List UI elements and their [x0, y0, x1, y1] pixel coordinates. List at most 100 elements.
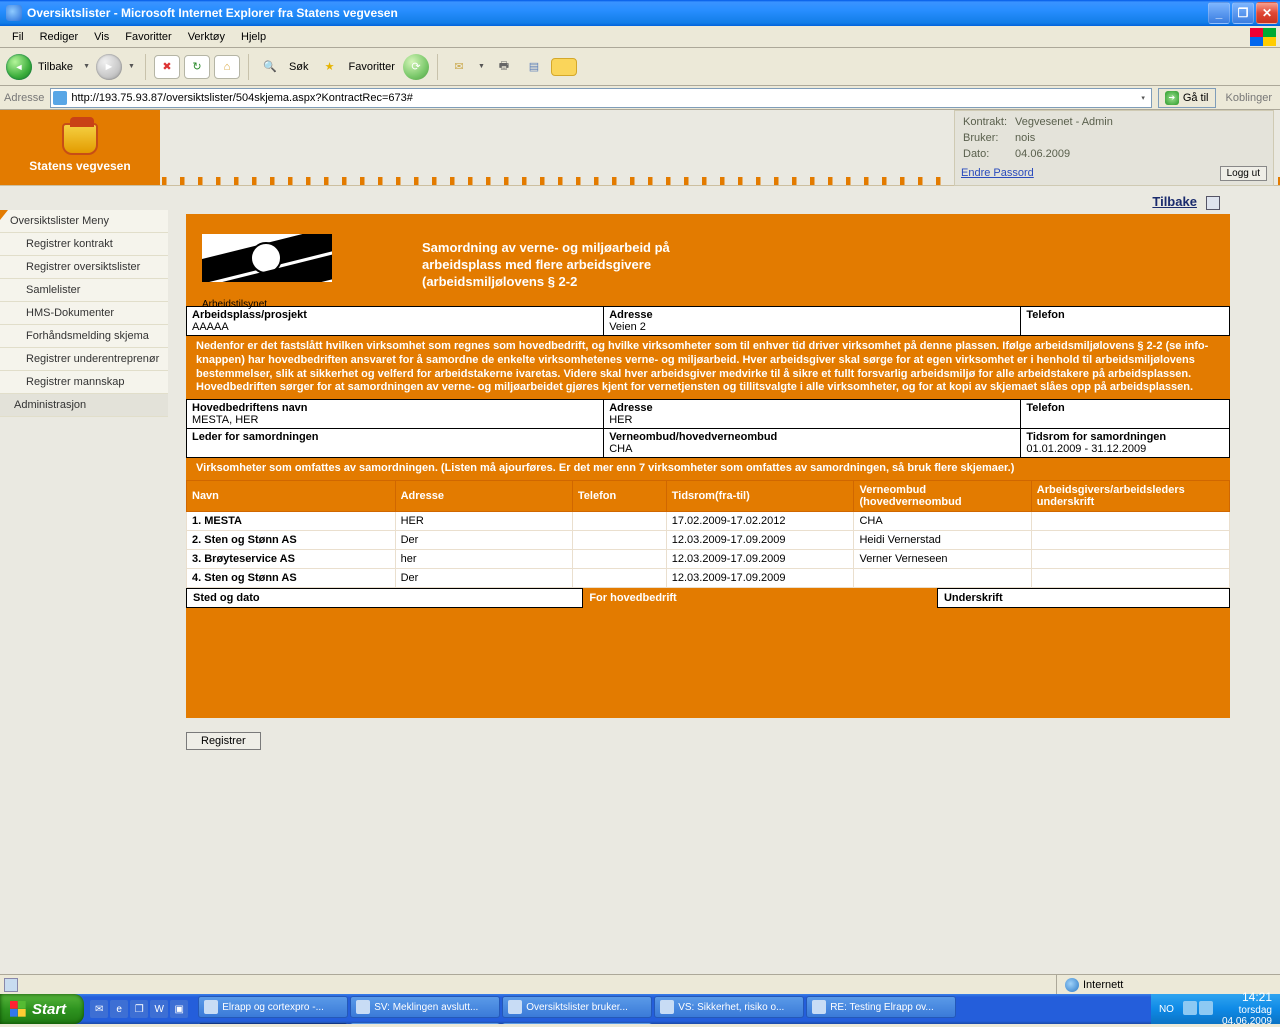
change-password-link[interactable]: Endre Passord — [961, 167, 1034, 179]
nav-item-4[interactable]: Forhåndsmelding skjema — [0, 325, 168, 348]
task-button[interactable]: SV: Meklingen avslutt... — [350, 996, 500, 1018]
address-input[interactable] — [71, 92, 1137, 104]
zone-label: Internett — [1083, 979, 1123, 991]
ql-icon[interactable]: e — [110, 1000, 128, 1018]
nav-item-3[interactable]: HMS-Dokumenter — [0, 302, 168, 325]
menu-verktoy[interactable]: Verktøy — [180, 29, 233, 45]
start-button[interactable]: Start — [0, 994, 84, 1024]
ie-toolbar: Tilbake ▼ ► ▼ ✖ ↻ ⌂ 🔍 Søk ★ Favoritter ⟳ ✉… — [0, 48, 1280, 86]
mail-button[interactable]: ✉ — [446, 54, 472, 80]
ub-k1: Bruker: — [963, 131, 1013, 145]
nav-item-0[interactable]: Registrer kontrakt — [0, 233, 168, 256]
refresh-button[interactable]: ↻ — [184, 55, 210, 79]
windows-flag-icon — [1250, 28, 1276, 46]
org-logo: Statens vegvesen — [0, 110, 160, 185]
menu-bar: Fil Rediger Vis Favoritter Verktøy Hjelp — [0, 26, 1280, 48]
stop-button[interactable]: ✖ — [154, 55, 180, 79]
maximize-button[interactable]: ❐ — [1232, 2, 1254, 24]
ub-k0: Kontrakt: — [963, 115, 1013, 129]
menu-fil[interactable]: Fil — [4, 29, 32, 45]
back-button[interactable] — [6, 54, 32, 80]
task-buttons: Elrapp og cortexpro -... SV: Meklingen a… — [194, 994, 1151, 1024]
fwd-dd[interactable]: ▼ — [126, 63, 137, 70]
search-icon[interactable]: 🔍 — [257, 54, 283, 80]
lang-indicator[interactable]: NO — [1159, 1004, 1174, 1015]
home-button[interactable]: ⌂ — [214, 55, 240, 79]
menu-favoritter[interactable]: Favoritter — [117, 29, 179, 45]
status-page-icon — [4, 978, 18, 992]
page-viewport: Statens vegvesen Kontrakt:Vegvesenet - A… — [0, 110, 1280, 974]
close-button[interactable]: ✕ — [1256, 2, 1278, 24]
user-info-box: Kontrakt:Vegvesenet - Admin Bruker:nois … — [954, 110, 1274, 186]
table-row: 1. MESTAHER17.02.2009-17.02.2012CHA — [187, 511, 1230, 530]
nav-item-admin[interactable]: Administrasjon — [0, 394, 168, 417]
address-label: Adresse — [4, 92, 44, 104]
menu-rediger[interactable]: Rediger — [32, 29, 87, 45]
history-button[interactable]: ⟳ — [403, 54, 429, 80]
form-card: Arbeidstilsynet Samordning av verne- og … — [186, 214, 1230, 718]
forward-button[interactable]: ► — [96, 54, 122, 80]
form-title: Samordning av verne- og miljøarbeid på a… — [332, 240, 1214, 291]
ql-icon[interactable]: W — [150, 1000, 168, 1018]
internet-zone-icon — [1065, 978, 1079, 992]
ie-status-bar: Internett — [0, 974, 1280, 994]
ie-icon — [6, 5, 22, 21]
arbeidstilsynet-logo — [202, 234, 332, 282]
go-label: Gå til — [1183, 92, 1209, 104]
table-row: 4. Sten og Stønn ASDer12.03.2009-17.09.2… — [187, 568, 1230, 587]
edit-button[interactable]: ▤ — [521, 54, 547, 80]
ub-v2: 04.06.2009 — [1015, 147, 1119, 161]
search-label[interactable]: Søk — [289, 61, 309, 73]
favorites-icon[interactable]: ★ — [317, 54, 343, 80]
favorites-label[interactable]: Favoritter — [349, 61, 395, 73]
ql-icon[interactable]: ✉ — [90, 1000, 108, 1018]
task-button[interactable]: Elrapp og cortexpro -... — [198, 996, 348, 1018]
print-page-icon[interactable] — [1206, 196, 1220, 210]
go-arrow-icon: ➔ — [1165, 91, 1179, 105]
address-dd[interactable]: ▾ — [1137, 94, 1149, 102]
minimize-button[interactable]: _ — [1208, 2, 1230, 24]
task-button[interactable]: VS: Sikkerhet, risiko o... — [654, 996, 804, 1018]
task-button[interactable]: Oversiktslister bruker... — [502, 996, 652, 1018]
ub-k2: Dato: — [963, 147, 1013, 161]
brand-label: Statens vegvesen — [29, 159, 130, 173]
note-button[interactable] — [551, 58, 577, 76]
address-field-wrap[interactable]: ▾ — [50, 88, 1151, 108]
main-company-table: Hovedbedriftens navnMESTA, HER AdresseHE… — [186, 399, 1230, 458]
window-titlebar: Oversiktslister - Microsoft Internet Exp… — [0, 0, 1280, 26]
print-button[interactable]: 🖶 — [491, 54, 517, 80]
ql-icon[interactable]: ▣ — [170, 1000, 188, 1018]
clock[interactable]: 14:21 torsdag 04.06.2009 — [1222, 991, 1272, 1026]
back-label[interactable]: Tilbake — [38, 61, 73, 73]
ql-icon[interactable]: ❐ — [130, 1000, 148, 1018]
back-link[interactable]: Tilbake — [1152, 194, 1197, 209]
table-row: 3. Brøyteservice ASher12.03.2009-17.09.2… — [187, 549, 1230, 568]
menu-vis[interactable]: Vis — [86, 29, 117, 45]
nav-item-2[interactable]: Samlelister — [0, 279, 168, 302]
links-label[interactable]: Koblinger — [1222, 92, 1276, 104]
window-title: Oversiktslister - Microsoft Internet Exp… — [27, 6, 398, 20]
main-column: Tilbake Arbeidstilsynet Samordning av ve… — [186, 186, 1230, 764]
go-button[interactable]: ➔ Gå til — [1158, 88, 1216, 108]
register-button[interactable]: Registrer — [186, 732, 261, 750]
taskbar: Start ✉ e ❐ W ▣ Elrapp og cortexpro -...… — [0, 994, 1280, 1024]
task-button[interactable]: RE: Testing Elrapp ov... — [806, 996, 956, 1018]
nav-item-5[interactable]: Registrer underentreprenør — [0, 348, 168, 371]
crest-icon — [62, 123, 98, 155]
nav-item-6[interactable]: Registrer mannskap — [0, 371, 168, 394]
nav-heading[interactable]: Oversiktslister Meny — [0, 210, 168, 233]
side-nav: Oversiktslister Meny Registrer kontrakt … — [0, 210, 168, 417]
ub-v0: Vegvesenet - Admin — [1015, 115, 1119, 129]
ub-v1: nois — [1015, 131, 1119, 145]
logout-button[interactable]: Logg ut — [1220, 166, 1267, 181]
page-favicon — [53, 91, 67, 105]
menu-hjelp[interactable]: Hjelp — [233, 29, 274, 45]
nav-item-1[interactable]: Registrer oversiktslister — [0, 256, 168, 279]
back-dd[interactable]: ▼ — [81, 63, 92, 70]
signature-row: Sted og dato For hovedbedrift Underskrif… — [186, 588, 1230, 608]
address-bar: Adresse ▾ ➔ Gå til Koblinger — [0, 86, 1280, 110]
workplace-table: Arbeidsplass/prosjektAAAAA AdresseVeien … — [186, 306, 1230, 336]
quick-launch: ✉ e ❐ W ▣ — [84, 994, 194, 1024]
tray-icons[interactable] — [1182, 1001, 1214, 1018]
list-note: Virksomheter som omfattes av samordninge… — [186, 458, 1230, 480]
